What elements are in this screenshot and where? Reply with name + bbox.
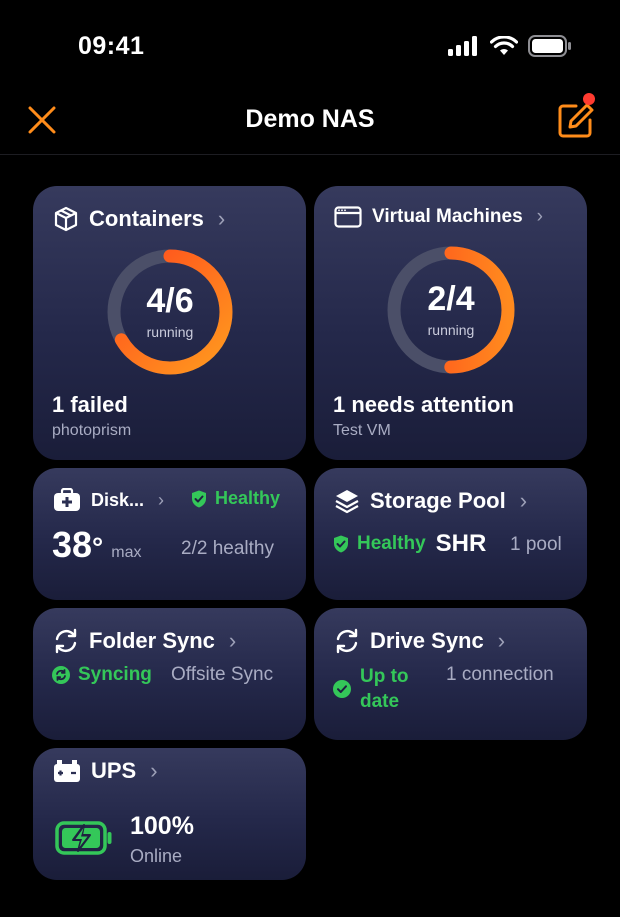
drive-sync-status-line2: date [360,691,400,712]
containers-title: Containers [89,206,204,231]
storage-pools: 1 pool [510,534,562,555]
wifi-icon [490,36,518,55]
ups-header: UPS › [53,758,158,784]
disks-status: Healthy [191,488,280,509]
storage-raid: SHR [435,530,487,557]
nav-divider [0,154,620,155]
chevron-right-icon: › [519,488,528,513]
disks-temp-degree: ° [92,532,104,563]
sync-icon [55,628,77,654]
storage-pool-card[interactable]: Storage Pool › Healthy SHR 1 pool [314,468,587,600]
disks-temp-value: 38 [52,524,93,565]
disks-summary: 2/2 healthy [181,538,274,559]
shield-check-icon [192,490,206,507]
folder-sync-status-text: Syncing [78,664,152,685]
vms-ratio: 2/4 [427,280,475,318]
containers-ratio: 4/6 [146,282,194,320]
vms-attention: 1 needs attention [333,392,514,417]
status-time: 09:41 [78,32,145,60]
disks-temp: 38 ° max [52,524,141,566]
drive-sync-title: Drive Sync [370,628,484,653]
page-title: Demo NAS [245,105,375,133]
chevron-right-icon: › [228,628,237,653]
folder-sync-header: Folder Sync › [53,628,236,654]
battery-pack-icon [54,760,80,782]
vms-header: Virtual Machines › [334,206,543,228]
medkit-icon [54,488,80,511]
box-icon [54,206,78,232]
window-icon [334,206,362,228]
signal-icon [448,36,477,56]
storage-header: Storage Pool › [334,488,527,514]
check-circle-icon [333,680,351,698]
sync-icon [336,628,358,654]
folder-sync-title: Folder Sync [89,628,215,653]
containers-failed: 1 failed [52,392,128,417]
chevron-right-icon: › [150,758,158,783]
chevron-right-icon: › [497,628,506,653]
containers-header: Containers › [53,206,225,232]
storage-status-text: Healthy [357,533,426,554]
folder-sync-card[interactable]: Folder Sync › Syncing Offsite Sync [33,608,306,740]
disks-header: Disk... › [53,488,164,512]
disks-title: Disk... [91,489,145,510]
ups-charge: 100% [130,812,194,840]
folder-sync-status: Syncing [52,664,152,686]
status-icons [448,35,572,57]
vms-attention-name: Test VM [333,422,391,439]
containers-failed-name: photoprism [52,422,132,439]
drive-sync-status-line1: Up to [360,666,409,687]
disks-status-text: Healthy [215,488,281,508]
drive-sync-status: Up to date [360,664,409,714]
battery-charging-icon [55,821,112,855]
chevron-right-icon: › [536,206,543,227]
disks-temp-label: max [111,544,142,561]
storage-status: Healthy SHR [333,530,486,558]
drive-sync-connections: 1 connection [446,664,554,685]
chevron-right-icon: › [158,489,165,510]
storage-title: Storage Pool [370,488,506,513]
containers-card[interactable]: Containers › 4/6 running 1 failed photop… [33,186,306,460]
vms-card[interactable]: Virtual Machines › 2/4 running 1 needs a… [314,186,587,460]
vms-ratio-label: running [427,322,475,338]
disks-card[interactable]: Disk... › Healthy 38 ° max 2/2 healthy [33,468,306,600]
battery-icon [528,35,571,57]
folder-sync-target: Offsite Sync [171,664,274,685]
chevron-right-icon: › [217,206,226,231]
ups-title: UPS [91,758,137,783]
compose-icon[interactable] [556,100,596,140]
layers-icon [335,490,359,514]
shield-check-icon [334,535,348,553]
notification-badge [583,93,595,105]
ups-state: Online [130,846,183,866]
ups-card[interactable]: UPS › 100% Online [33,748,306,880]
drive-sync-header: Drive Sync › [334,628,505,654]
vms-title: Virtual Machines [372,206,523,227]
containers-ratio-label: running [146,324,194,340]
drive-sync-card[interactable]: Drive Sync › Up to date 1 connection [314,608,587,740]
vms-ring: 2/4 running [384,243,518,377]
sync-circle-icon [52,666,70,684]
containers-ring: 4/6 running [104,246,236,378]
